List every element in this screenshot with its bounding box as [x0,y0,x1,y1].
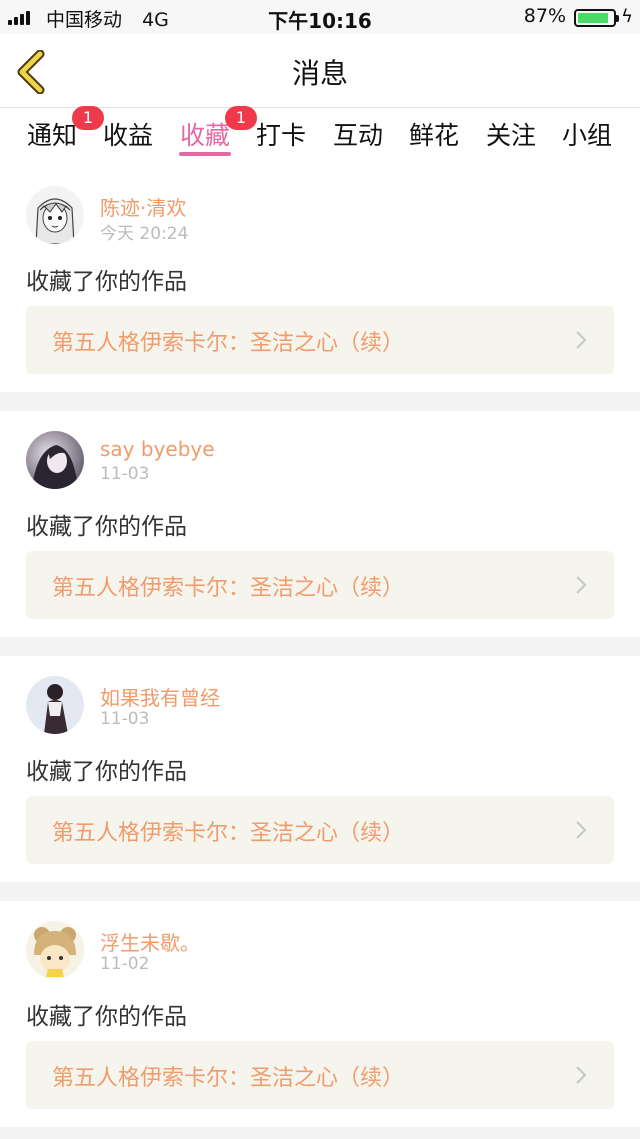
tab-favorites[interactable]: 收藏 1 [173,106,257,156]
work-title: 第五人格伊索卡尔：圣洁之心（续） [52,1066,405,1091]
message-time: 11-03 [100,709,150,729]
tab-label: 互动 [332,121,383,150]
list-item: 陈迹·清欢 今天 20:24 收藏了你的作品 第五人格伊索卡尔：圣洁之心（续） [0,166,640,392]
tab-interaction[interactable]: 互动 [326,116,390,152]
user-avatar-image [26,921,84,979]
tab-checkin[interactable]: 打卡 [249,116,313,152]
tab-label: 打卡 [255,121,306,150]
work-title: 第五人格伊索卡尔：圣洁之心（续） [52,331,405,356]
nav-bar: 消息 [0,34,640,108]
chevron-right-icon [576,576,587,594]
list-item: 如果我有曾经 11-03 收藏了你的作品 第五人格伊索卡尔：圣洁之心（续） [0,656,640,882]
tab-earnings[interactable]: 收益 [96,116,160,152]
message-time: 11-03 [100,464,150,484]
active-tab-indicator [179,152,231,156]
message-time: 今天 20:24 [100,224,189,244]
status-bar: 中国移动 4G 下午10:16 87% ϟ [0,0,640,34]
user-name[interactable]: say byebye [100,437,215,461]
battery-percentage: 87% [523,5,566,27]
action-text: 收藏了你的作品 [26,1004,187,1030]
user-avatar-image [26,186,84,244]
list-item: 浮生未歇。 11-02 收藏了你的作品 第五人格伊索卡尔：圣洁之心（续） [0,901,640,1127]
user-name[interactable]: 浮生未歇。 [100,927,200,956]
tab-label: 收藏 [179,121,230,150]
work-title: 第五人格伊索卡尔：圣洁之心（续） [52,576,405,601]
tab-flowers[interactable]: 鲜花 [402,116,466,152]
avatar[interactable] [26,186,84,244]
work-title: 第五人格伊索卡尔：圣洁之心（续） [52,821,405,846]
page-title: 消息 [291,57,348,90]
avatar[interactable] [26,676,84,734]
avatar[interactable] [26,921,84,979]
message-time: 11-02 [100,954,150,974]
user-name[interactable]: 如果我有曾经 [100,682,220,711]
charging-icon: ϟ [621,6,633,27]
action-text: 收藏了你的作品 [26,514,187,540]
tab-label: 鲜花 [408,121,459,150]
work-link[interactable]: 第五人格伊索卡尔：圣洁之心（续） [26,796,614,864]
list-item: say byebye 11-03 收藏了你的作品 第五人格伊索卡尔：圣洁之心（续… [0,411,640,637]
user-avatar-image [26,431,84,489]
work-link[interactable]: 第五人格伊索卡尔：圣洁之心（续） [26,551,614,619]
chevron-right-icon [576,331,587,349]
tab-label: 小组 [561,121,612,150]
tab-following[interactable]: 关注 [479,116,543,152]
tab-notifications[interactable]: 通知 1 [20,106,104,152]
work-link[interactable]: 第五人格伊索卡尔：圣洁之心（续） [26,306,614,374]
tab-label: 通知 [26,121,77,150]
tab-bar: 通知 1 收益 收藏 1 打卡 互动 鲜花 关注 小组 [0,106,640,166]
work-link[interactable]: 第五人格伊索卡尔：圣洁之心（续） [26,1041,614,1109]
avatar[interactable] [26,431,84,489]
tab-groups[interactable]: 小组 [555,116,619,152]
chevron-right-icon [576,821,587,839]
user-name[interactable]: 陈迹·清欢 [100,192,186,221]
tab-label: 收益 [102,121,153,150]
battery-icon [574,9,619,27]
tab-label: 关注 [485,121,536,150]
chevron-right-icon [576,1066,587,1084]
action-text: 收藏了你的作品 [26,269,187,295]
user-avatar-image [26,676,84,734]
action-text: 收藏了你的作品 [26,759,187,785]
